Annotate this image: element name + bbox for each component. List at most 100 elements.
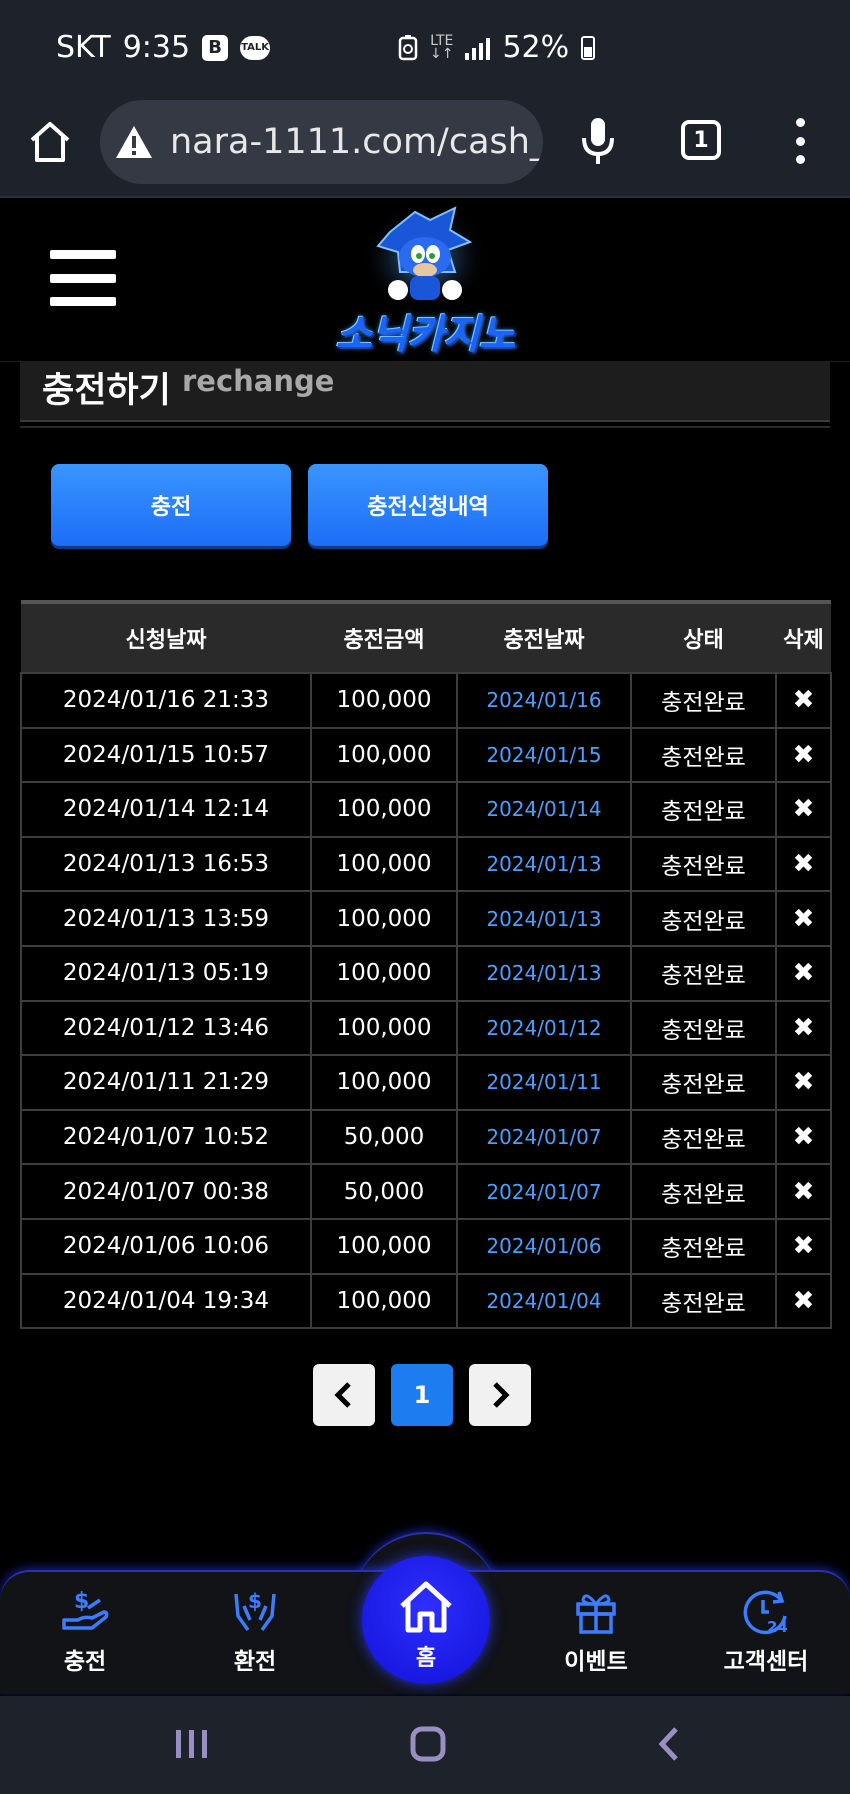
cell-charge-date: 2024/01/12 bbox=[456, 999, 632, 1057]
charge-history-table: 신청날짜 충전금액 충전날짜 상태 삭제 2024/01/16 21:33 100… bbox=[20, 600, 832, 1330]
recent-apps-icon[interactable] bbox=[172, 1724, 212, 1764]
table-body: 2024/01/16 21:33 100,000 2024/01/16 충전완료 ✖ 20… bbox=[20, 672, 832, 1330]
back-icon[interactable] bbox=[650, 1724, 690, 1764]
delete-icon[interactable]: ✖ bbox=[775, 1272, 832, 1330]
header-status: 상태 bbox=[683, 628, 724, 653]
table-row: 2024/01/12 13:46 100,000 2024/01/12 충전완료 ✖ bbox=[20, 999, 832, 1057]
table-row: 2024/01/15 10:57 100,000 2024/01/15 충전완료 ✖ bbox=[20, 726, 832, 784]
warning-icon[interactable] bbox=[114, 122, 154, 162]
battery-icon bbox=[581, 35, 596, 60]
charge-button[interactable]: 충전 bbox=[51, 464, 291, 546]
cell-status: 충전완료 bbox=[630, 1217, 777, 1275]
browser-home-icon[interactable] bbox=[26, 118, 74, 166]
url-text[interactable]: nara-1111.com/cash_( bbox=[170, 122, 543, 162]
tab-switcher-button[interactable]: 1 bbox=[681, 120, 721, 160]
cell-charge-date: 2024/01/07 bbox=[456, 1108, 632, 1166]
delete-icon[interactable]: ✖ bbox=[775, 890, 832, 947]
cell-request-date: 2024/01/07 10:52 bbox=[20, 1108, 312, 1166]
cell-amount: 100,000 bbox=[310, 890, 458, 947]
nav-charge-label: 충전 bbox=[63, 1649, 107, 1675]
charge-history-button[interactable]: 충전신청내역 bbox=[308, 464, 548, 546]
hamburger-menu-icon[interactable] bbox=[50, 250, 116, 306]
page-subtitle: rechange bbox=[182, 364, 335, 398]
home-system-icon[interactable] bbox=[408, 1724, 448, 1764]
delete-icon[interactable]: ✖ bbox=[775, 1054, 832, 1111]
svg-text:24: 24 bbox=[767, 1618, 788, 1636]
cell-status: 충전완료 bbox=[630, 944, 777, 1002]
page-title: 충전하기 bbox=[42, 371, 171, 411]
cell-status: 충전완료 bbox=[630, 890, 777, 947]
browser-toolbar: nara-1111.com/cash_( 1 bbox=[0, 96, 850, 198]
sonic-mascot-icon bbox=[361, 204, 489, 312]
delete-icon[interactable]: ✖ bbox=[775, 726, 832, 784]
cell-amount: 100,000 bbox=[310, 781, 458, 838]
cell-amount: 100,000 bbox=[310, 835, 458, 893]
cell-status: 충전완료 bbox=[630, 999, 777, 1057]
chevron-left-icon bbox=[334, 1382, 351, 1408]
cell-amount: 100,000 bbox=[310, 1272, 458, 1330]
nav-charge[interactable]: $ 충전 bbox=[20, 1586, 150, 1676]
address-bar[interactable]: nara-1111.com/cash_( bbox=[100, 100, 543, 184]
table-row: 2024/01/16 21:33 100,000 2024/01/16 충전완료 ✖ bbox=[20, 672, 832, 729]
microphone-icon[interactable] bbox=[578, 116, 618, 166]
status-right: LTE ↓↑ 52% bbox=[398, 30, 596, 65]
table-row: 2024/01/04 19:34 100,000 2024/01/04 충전완료 ✖ bbox=[20, 1272, 832, 1330]
cell-request-date: 2024/01/15 10:57 bbox=[20, 726, 312, 784]
cell-request-date: 2024/01/14 12:14 bbox=[20, 781, 312, 838]
cell-status: 충전완료 bbox=[630, 1272, 777, 1330]
nav-support[interactable]: 24 고객센터 bbox=[701, 1586, 831, 1676]
status-bar: SKT 9:35 B TALK LTE ↓↑ 52% bbox=[0, 0, 850, 96]
cell-status: 충전완료 bbox=[630, 1054, 777, 1111]
cell-charge-date: 2024/01/16 bbox=[456, 672, 632, 729]
cell-status: 충전완료 bbox=[630, 781, 777, 838]
page-1-button[interactable]: 1 bbox=[391, 1364, 453, 1426]
cell-charge-date: 2024/01/04 bbox=[456, 1272, 632, 1330]
clock-24-icon: 24 bbox=[743, 1590, 788, 1636]
nav-home-button[interactable]: 홈 bbox=[362, 1556, 490, 1684]
cell-request-date: 2024/01/13 13:59 bbox=[20, 890, 312, 947]
delete-icon[interactable]: ✖ bbox=[775, 944, 832, 1002]
hands-dollar-icon: $ bbox=[234, 1589, 276, 1632]
delete-icon[interactable]: ✖ bbox=[775, 672, 832, 729]
delete-icon[interactable]: ✖ bbox=[775, 781, 832, 838]
signal-icon bbox=[465, 36, 491, 60]
cell-amount: 50,000 bbox=[310, 1108, 458, 1166]
next-page-button[interactable] bbox=[469, 1364, 531, 1426]
delete-icon[interactable]: ✖ bbox=[775, 1108, 832, 1166]
delete-icon[interactable]: ✖ bbox=[775, 835, 832, 893]
pagination: 1 bbox=[313, 1364, 531, 1426]
cell-amount: 100,000 bbox=[310, 1054, 458, 1111]
clock: 9:35 bbox=[122, 30, 191, 65]
cell-charge-date: 2024/01/15 bbox=[456, 726, 632, 784]
svg-text:$: $ bbox=[248, 1589, 262, 1613]
table-row: 2024/01/06 10:06 100,000 2024/01/06 충전완료 ✖ bbox=[20, 1217, 832, 1275]
header-delete: 삭제 bbox=[783, 628, 824, 653]
table-row: 2024/01/14 12:14 100,000 2024/01/14 충전완료 ✖ bbox=[20, 781, 832, 838]
more-menu-icon[interactable] bbox=[790, 118, 810, 164]
table-row: 2024/01/13 13:59 100,000 2024/01/13 충전완료 ✖ bbox=[20, 890, 832, 947]
delete-icon[interactable]: ✖ bbox=[775, 1163, 832, 1220]
cell-status: 충전완료 bbox=[630, 1163, 777, 1220]
cell-request-date: 2024/01/06 10:06 bbox=[20, 1217, 312, 1275]
cell-amount: 100,000 bbox=[310, 726, 458, 784]
cell-amount: 50,000 bbox=[310, 1163, 458, 1220]
nav-event-label: 이벤트 bbox=[564, 1649, 628, 1675]
cell-charge-date: 2024/01/06 bbox=[456, 1217, 632, 1275]
site-logo[interactable]: 소닉카지노 bbox=[310, 202, 540, 358]
cell-status: 충전완료 bbox=[630, 726, 777, 784]
nav-event[interactable]: 이벤트 bbox=[531, 1586, 661, 1676]
delete-icon[interactable]: ✖ bbox=[775, 999, 832, 1057]
cell-request-date: 2024/01/07 00:38 bbox=[20, 1163, 312, 1220]
cell-charge-date: 2024/01/11 bbox=[456, 1054, 632, 1111]
cell-amount: 100,000 bbox=[310, 999, 458, 1057]
table-row: 2024/01/13 05:19 100,000 2024/01/13 충전완료 ✖ bbox=[20, 944, 832, 1002]
nav-support-label: 고객센터 bbox=[723, 1649, 809, 1675]
prev-page-button[interactable] bbox=[313, 1364, 375, 1426]
kakaotalk-icon: TALK bbox=[240, 35, 271, 60]
delete-icon[interactable]: ✖ bbox=[775, 1217, 832, 1275]
nav-exchange[interactable]: $ 환전 bbox=[190, 1586, 320, 1676]
battery-percent: 52% bbox=[502, 30, 570, 65]
cell-amount: 100,000 bbox=[310, 672, 458, 729]
hand-dollar-icon: $ bbox=[62, 1589, 109, 1630]
table-header-row: 신청날짜 충전금액 충전날짜 상태 삭제 bbox=[21, 602, 831, 673]
